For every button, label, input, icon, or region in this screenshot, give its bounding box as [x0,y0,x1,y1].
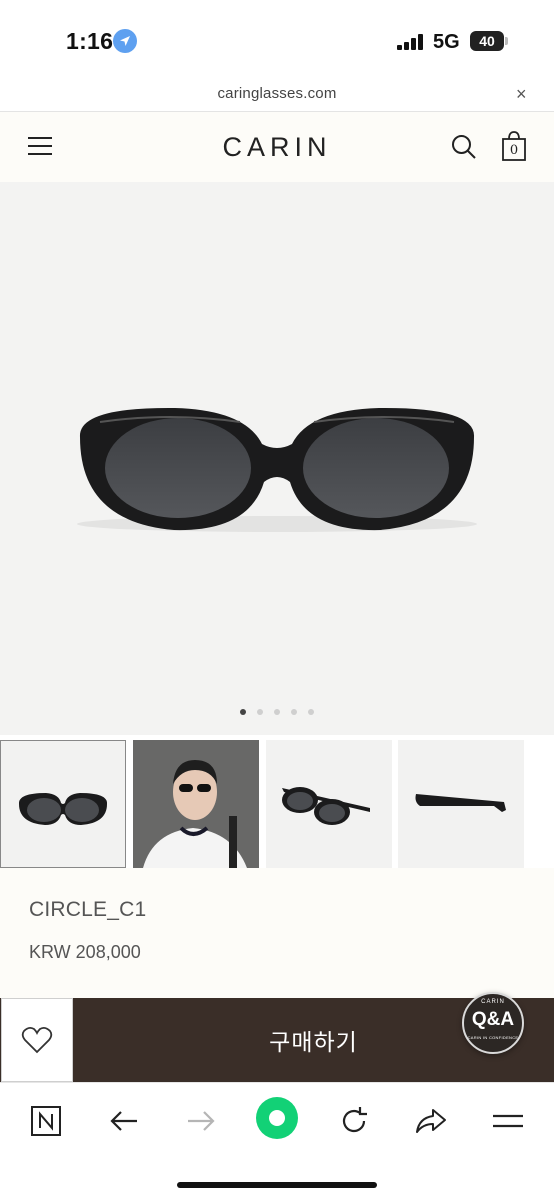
carousel-dot[interactable] [257,709,263,715]
qa-button[interactable]: CARIN Q&A CARIN IN CONFIDENCE [462,992,524,1054]
signal-icon [397,34,425,50]
page: 1:16 5G 40 caringlasses.com × CARIN 0 CI… [0,0,554,1200]
thumbnail-model[interactable] [133,740,259,868]
product-name: CIRCLE_C1 [29,898,147,921]
home-indicator [177,1182,377,1188]
carousel-dots[interactable] [240,709,320,717]
thumbnail-strip [0,740,554,868]
shopping-bag-icon[interactable]: 0 [501,130,527,162]
site-header: CARIN 0 [0,112,554,182]
status-bar: 1:16 5G 40 [0,0,554,82]
naver-home-icon[interactable] [26,1101,66,1141]
close-icon[interactable]: × [516,84,527,105]
share-icon[interactable] [411,1101,451,1141]
browser-toolbar [0,1082,554,1200]
network-type: 5G [433,31,460,53]
carousel-dot[interactable] [308,709,314,715]
heart-icon [21,1026,53,1054]
thumbnail-front[interactable] [0,740,126,868]
url-bar[interactable]: caringlasses.com × [0,82,554,112]
back-icon[interactable] [104,1101,144,1141]
carousel-dot[interactable] [274,709,280,715]
cart-count: 0 [509,143,519,158]
thumbnail-side[interactable] [398,740,524,868]
battery-tip [505,37,508,45]
search-icon[interactable] [451,134,477,160]
product-price: KRW 208,000 [29,942,141,962]
url-text[interactable]: caringlasses.com [0,85,554,102]
thumbnail-angled[interactable] [266,740,392,868]
status-time: 1:16 [66,28,114,54]
green-dot-icon[interactable] [256,1097,298,1139]
carousel-dot[interactable] [291,709,297,715]
sunglasses-front-image [77,407,477,532]
reload-icon[interactable] [334,1101,374,1141]
qa-sub: CARIN IN CONFIDENCE [467,1035,519,1040]
battery-icon: 40 [470,31,504,51]
product-info: CIRCLE_C1 KRW 208,000 [0,868,554,998]
carousel-dot[interactable] [240,709,246,715]
qa-label: Q&A [471,1009,515,1030]
qa-brand: CARIN [481,999,505,1005]
wishlist-button[interactable] [1,998,73,1082]
product-image-carousel[interactable] [0,182,554,735]
forward-icon[interactable] [181,1101,221,1141]
menu-icon[interactable] [488,1101,528,1141]
location-arrow-icon [113,29,137,53]
